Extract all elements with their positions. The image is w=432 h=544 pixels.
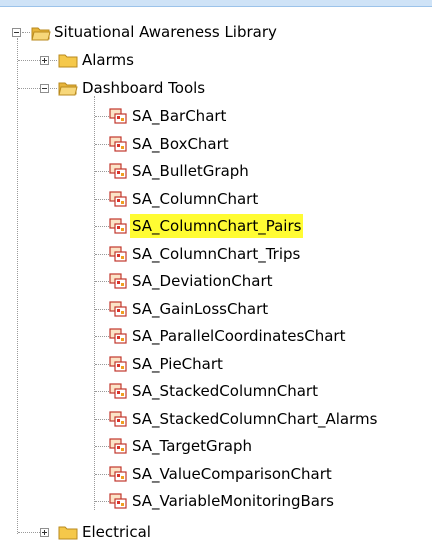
graphic-object-icon bbox=[109, 136, 127, 152]
tree-item-label: SA_StackedColumnChart_Alarms bbox=[132, 410, 378, 428]
tree-connector bbox=[18, 532, 40, 533]
graphic-object-icon bbox=[109, 493, 127, 509]
tree-connector bbox=[18, 88, 40, 89]
collapse-root-toggle[interactable] bbox=[12, 28, 21, 37]
tree-connector bbox=[95, 281, 109, 282]
tree-connector bbox=[95, 391, 109, 392]
tree-connector bbox=[95, 364, 109, 365]
expand-alarms-toggle[interactable] bbox=[40, 56, 49, 65]
graphic-object-icon bbox=[109, 301, 127, 317]
graphic-object-icon bbox=[109, 356, 127, 372]
tree-node-label: Alarms bbox=[82, 51, 134, 69]
tree-connector bbox=[95, 144, 109, 145]
tree-connector bbox=[94, 96, 95, 510]
graphic-object-icon bbox=[109, 191, 127, 207]
tree-node-label: Electrical bbox=[82, 523, 151, 541]
tree-item-label: SA_StackedColumnChart bbox=[132, 382, 318, 400]
tree-connector bbox=[95, 501, 109, 502]
graphic-object-icon bbox=[109, 438, 127, 454]
tree-item-label: SA_GainLossChart bbox=[132, 300, 269, 318]
graphic-object-icon bbox=[109, 328, 127, 344]
graphic-object-icon bbox=[109, 411, 127, 427]
folder-open-icon bbox=[31, 27, 51, 41]
graphic-object-icon bbox=[109, 273, 127, 289]
tree-item-label: SA_TargetGraph bbox=[132, 437, 252, 455]
collapse-dashboard-tools-toggle[interactable] bbox=[40, 84, 49, 93]
tree-connector bbox=[50, 88, 57, 89]
tree-item-label: SA_ColumnChart_Trips bbox=[132, 245, 301, 263]
tree-connector bbox=[17, 38, 18, 534]
graphic-object-icon bbox=[109, 383, 127, 399]
graphic-object-icon bbox=[109, 108, 127, 124]
library-tree[interactable]: Situational Awareness Library Alarms Das… bbox=[0, 0, 432, 541]
tree-connector bbox=[95, 171, 109, 172]
tree-connector bbox=[18, 60, 40, 61]
folder-icon bbox=[58, 526, 78, 540]
graphic-object-icon bbox=[109, 218, 127, 234]
tree-connector bbox=[95, 419, 109, 420]
tree-item-label: SA_ColumnChart bbox=[132, 190, 259, 208]
graphic-object-icon bbox=[109, 246, 127, 262]
expand-electrical-toggle[interactable] bbox=[40, 528, 49, 537]
tree-connector bbox=[95, 336, 109, 337]
tree-item-label: SA_DeviationChart bbox=[132, 272, 273, 290]
tree-connector bbox=[95, 474, 109, 475]
folder-icon bbox=[58, 54, 78, 68]
tree-connector bbox=[95, 226, 109, 227]
tree-item-label: SA_VariableMonitoringBars bbox=[132, 492, 334, 510]
folder-open-icon bbox=[58, 82, 78, 96]
tree-item-label: SA_BarChart bbox=[132, 107, 227, 125]
tree-node-label: Dashboard Tools bbox=[82, 79, 206, 97]
tree-connector bbox=[95, 199, 109, 200]
tree-node-label: Situational Awareness Library bbox=[54, 23, 277, 41]
tree-item-label: SA_PieChart bbox=[132, 355, 223, 373]
tree-connector bbox=[22, 32, 30, 33]
tree-item-label: SA_ParallelCoordinatesChart bbox=[132, 327, 346, 345]
tree-item-label: SA_ValueComparisonChart bbox=[132, 465, 332, 483]
tree-connector bbox=[95, 446, 109, 447]
tree-connector bbox=[95, 116, 109, 117]
tree-connector bbox=[95, 254, 109, 255]
graphic-object-icon bbox=[109, 466, 127, 482]
tree-connector bbox=[50, 60, 57, 61]
graphic-object-icon bbox=[109, 163, 127, 179]
tree-connector bbox=[95, 309, 109, 310]
tree-item-label: SA_BulletGraph bbox=[132, 162, 249, 180]
tree-item-label: SA_ColumnChart_Pairs bbox=[130, 214, 304, 238]
tree-item-label: SA_BoxChart bbox=[132, 135, 229, 153]
